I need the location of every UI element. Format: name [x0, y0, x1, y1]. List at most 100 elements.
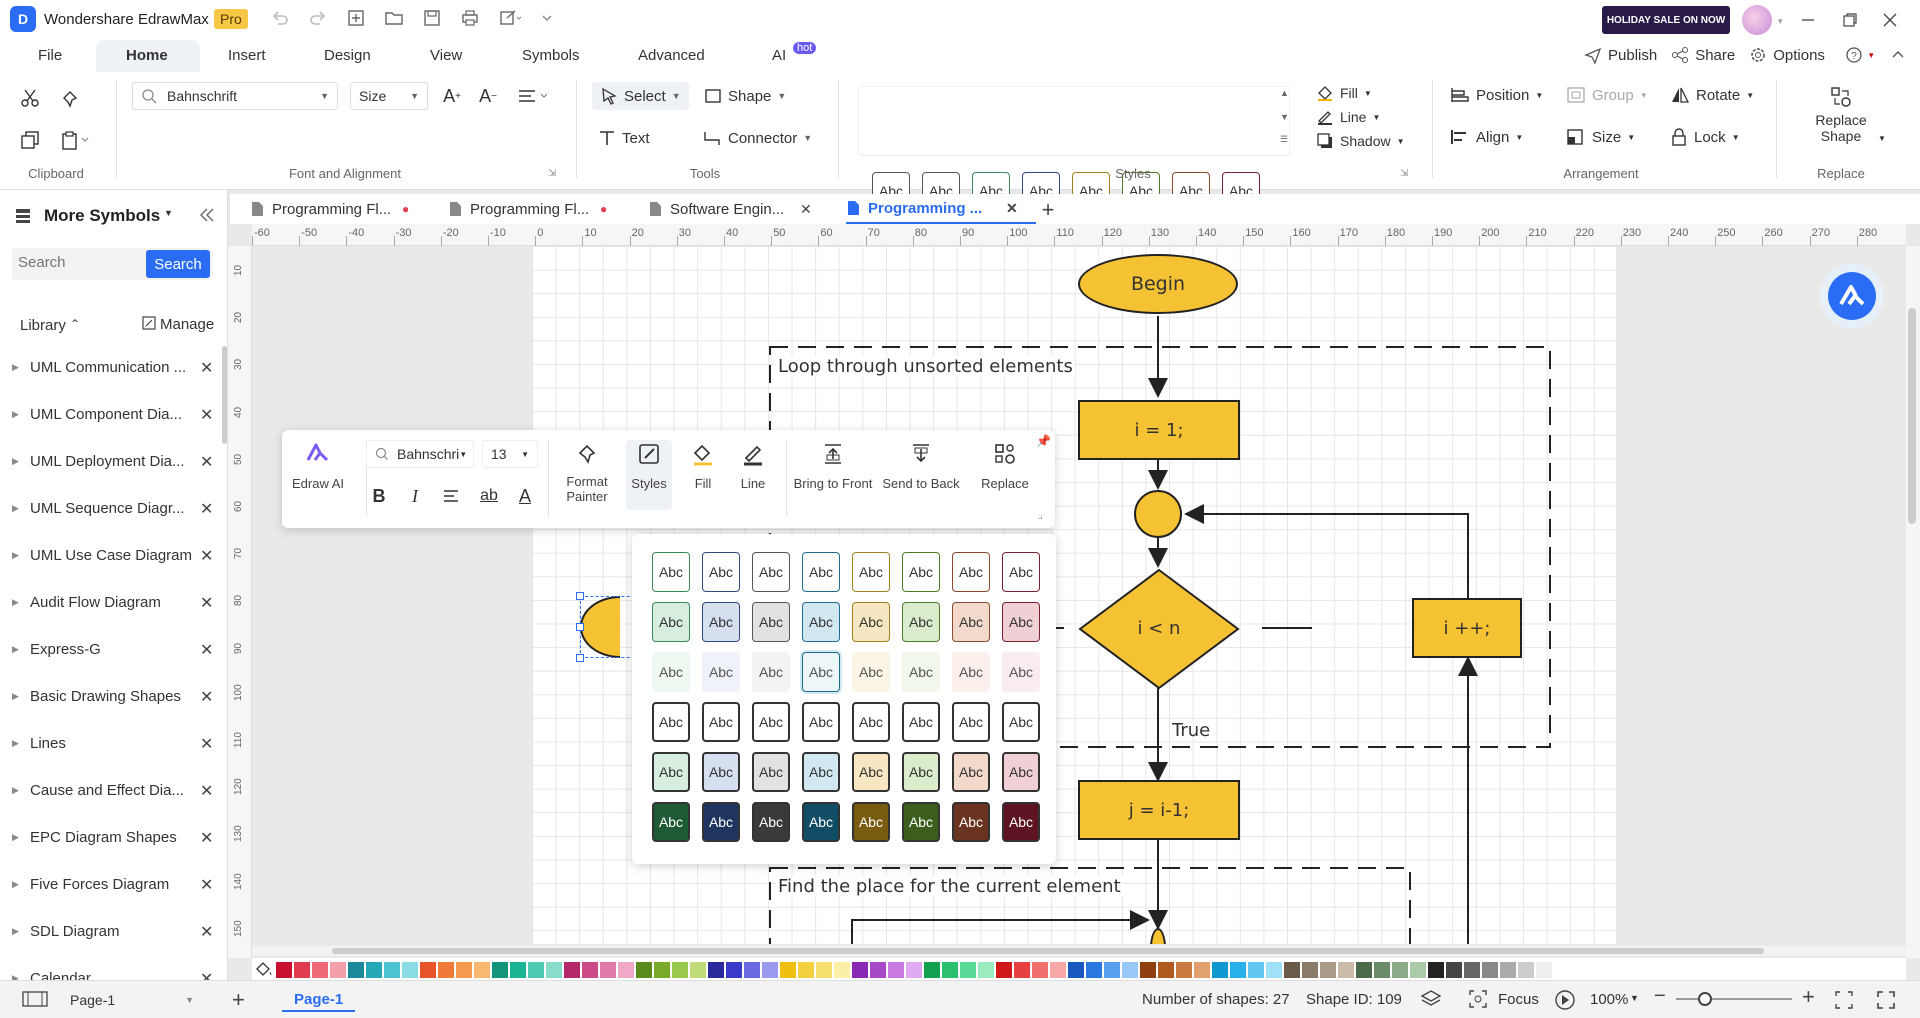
minimize-icon[interactable]	[1796, 8, 1820, 32]
float-font-color-icon[interactable]: A	[512, 482, 538, 510]
fill-dropdown[interactable]: Fill ▼	[1316, 84, 1372, 102]
zoom-dropdown-icon[interactable]: ▼	[1630, 993, 1639, 1003]
palette-color-swatch[interactable]	[420, 962, 436, 978]
close-icon[interactable]: ✕	[200, 969, 213, 981]
position-dropdown[interactable]: Position ▼	[1450, 86, 1543, 104]
shadow-dropdown[interactable]: Shadow ▼	[1316, 132, 1405, 150]
library-item[interactable]: ▶ Cause and Effect Dia... ✕	[0, 767, 222, 814]
palette-color-swatch[interactable]	[384, 962, 400, 978]
styles-button[interactable]: Styles	[626, 440, 672, 510]
quick-style-swatch[interactable]: Abc	[802, 652, 840, 692]
palette-color-swatch[interactable]	[1374, 962, 1390, 978]
assign-process[interactable]: j = i-1;	[1078, 780, 1240, 840]
font-size-select[interactable]: Size ▼	[350, 82, 428, 110]
palette-color-swatch[interactable]	[1428, 962, 1444, 978]
close-icon[interactable]: ✕	[200, 875, 213, 895]
true-label[interactable]: True	[1172, 720, 1210, 741]
palette-color-swatch[interactable]	[834, 962, 850, 978]
document-tab[interactable]: Programming Fl... ●	[448, 194, 638, 224]
close-icon[interactable]: ✕	[200, 922, 213, 942]
connector-tool[interactable]: Connector ▼	[702, 124, 812, 152]
publish-button[interactable]: Publish	[1608, 47, 1657, 64]
menu-advanced[interactable]: Advanced	[638, 47, 705, 64]
print-icon[interactable]	[460, 8, 480, 28]
more-symbols-title[interactable]: More Symbols	[44, 206, 160, 226]
menu-design[interactable]: Design	[324, 47, 371, 64]
horizontal-scroll-thumb[interactable]	[332, 948, 1764, 954]
palette-color-swatch[interactable]	[942, 962, 958, 978]
replace-shape-button[interactable]: Replace Shape	[1796, 86, 1886, 144]
expand-arrow-icon[interactable]: ▶	[12, 832, 19, 843]
palette-color-swatch[interactable]	[1482, 962, 1498, 978]
quick-style-swatch[interactable]: Abc	[752, 602, 790, 642]
undo-icon[interactable]	[270, 8, 290, 28]
palette-color-swatch[interactable]	[294, 962, 310, 978]
sidebar-scrollbar[interactable]	[222, 346, 227, 444]
resize-handle[interactable]	[576, 592, 584, 600]
unsaved-dot-icon[interactable]: ●	[600, 202, 607, 216]
add-page-icon[interactable]: +	[232, 987, 245, 1013]
decrease-font-icon[interactable]: A −	[474, 82, 502, 110]
quick-style-swatch[interactable]: Abc	[1002, 802, 1040, 842]
palette-color-swatch[interactable]	[618, 962, 634, 978]
customize-toolbar-icon[interactable]	[540, 8, 554, 28]
quick-style-swatch[interactable]: Abc	[802, 602, 840, 642]
close-icon[interactable]: ✕	[200, 734, 213, 754]
palette-color-swatch[interactable]	[798, 962, 814, 978]
quick-style-swatch[interactable]: Abc	[952, 602, 990, 642]
palette-color-swatch[interactable]	[1302, 962, 1318, 978]
palette-color-swatch[interactable]	[1230, 962, 1246, 978]
quick-style-swatch[interactable]: Abc	[652, 702, 690, 742]
increment-process[interactable]: i ++;	[1412, 598, 1522, 658]
zoom-slider-handle[interactable]	[1698, 992, 1712, 1006]
palette-color-swatch[interactable]	[816, 962, 832, 978]
document-tab[interactable]: Software Engin... ✕	[648, 194, 838, 224]
palette-color-swatch[interactable]	[564, 962, 580, 978]
save-icon[interactable]	[422, 8, 442, 28]
close-icon[interactable]: ✕	[200, 452, 213, 472]
page-layout-icon[interactable]	[22, 990, 48, 1008]
avatar[interactable]	[1742, 5, 1772, 35]
palette-color-swatch[interactable]	[1104, 962, 1120, 978]
close-icon[interactable]: ✕	[200, 593, 213, 613]
close-icon[interactable]: ✕	[200, 828, 213, 848]
float-highlight-icon[interactable]: ab	[474, 482, 504, 510]
quick-style-swatch[interactable]: Abc	[702, 602, 740, 642]
library-item[interactable]: ▶ UML Sequence Diagr... ✕	[0, 485, 222, 532]
vertical-scroll-thumb[interactable]	[1908, 308, 1916, 524]
palette-color-swatch[interactable]	[1050, 962, 1066, 978]
expand-arrow-icon[interactable]: ▶	[12, 456, 19, 467]
quick-style-swatch[interactable]: Abc	[1002, 552, 1040, 592]
palette-color-swatch[interactable]	[528, 962, 544, 978]
expand-arrow-icon[interactable]: ▶	[12, 738, 19, 749]
palette-color-swatch[interactable]	[744, 962, 760, 978]
quick-style-swatch[interactable]: Abc	[702, 752, 740, 792]
quick-style-swatch[interactable]: Abc	[852, 802, 890, 842]
loop-label[interactable]: Loop through unsorted elements	[776, 356, 1075, 377]
palette-color-swatch[interactable]	[1464, 962, 1480, 978]
quick-style-swatch[interactable]: Abc	[752, 702, 790, 742]
gallery-more-icon[interactable]: ☰	[1280, 134, 1288, 145]
palette-color-swatch[interactable]	[312, 962, 328, 978]
palette-color-swatch[interactable]	[348, 962, 364, 978]
expand-arrow-icon[interactable]: ▶	[12, 973, 19, 980]
palette-color-swatch[interactable]	[456, 962, 472, 978]
expand-arrow-icon[interactable]: ▶	[12, 362, 19, 373]
help-icon[interactable]: ?	[1845, 46, 1863, 64]
quick-style-swatch[interactable]: Abc	[952, 802, 990, 842]
resize-handle[interactable]	[576, 623, 584, 631]
expand-arrow-icon[interactable]: ▶	[12, 879, 19, 890]
library-item[interactable]: ▶ Calendar ✕	[0, 955, 222, 980]
menu-symbols[interactable]: Symbols	[522, 47, 580, 64]
palette-color-swatch[interactable]	[960, 962, 976, 978]
quick-style-swatch[interactable]: Abc	[652, 652, 690, 692]
palette-color-swatch[interactable]	[762, 962, 778, 978]
menu-insert[interactable]: Insert	[228, 47, 266, 64]
begin-terminal[interactable]: Begin	[1078, 254, 1238, 314]
quick-style-swatch[interactable]: Abc	[902, 552, 940, 592]
palette-color-swatch[interactable]	[1032, 962, 1048, 978]
quick-style-swatch[interactable]: Abc	[852, 652, 890, 692]
palette-color-swatch[interactable]	[726, 962, 742, 978]
fit-page-icon[interactable]	[1834, 990, 1854, 1010]
more-symbols-dropdown-icon[interactable]: ▼	[164, 208, 173, 218]
